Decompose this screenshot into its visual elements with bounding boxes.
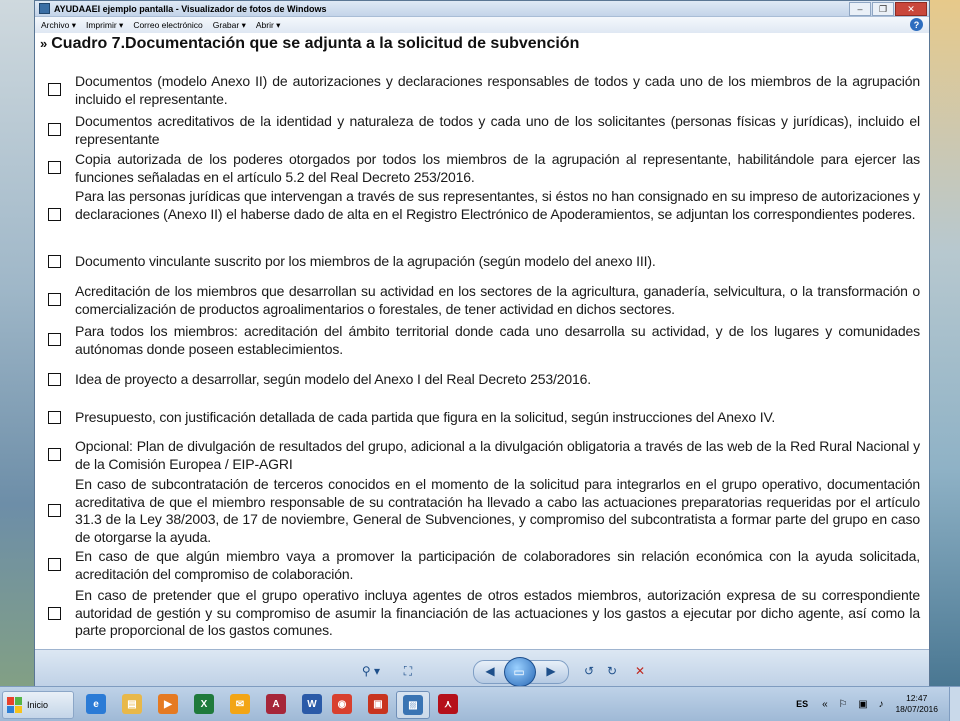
taskbar-app-pdf[interactable]: ⋏ <box>432 691 464 717</box>
document-title-text: Cuadro 7.Documentación que se adjunta a … <box>51 35 580 52</box>
delete-button[interactable]: ✕ <box>631 662 649 680</box>
list-item-text: Idea de proyecto a desarrollar, según mo… <box>75 371 592 387</box>
list-item-text: Para las personas jurídicas que interven… <box>75 188 920 222</box>
viewer-toolbar: ⚲ ▾ ⛶ ◀ ▭ ▶ ↺ ↻ ✕ <box>35 649 929 687</box>
taskbar-app-word[interactable]: W <box>296 691 328 717</box>
outlook-icon: ✉ <box>230 694 250 714</box>
checkbox-icon <box>48 208 61 221</box>
taskbar-app-photo-viewer[interactable]: ▨ <box>396 691 430 719</box>
list-item-text: En caso de subcontratación de terceros c… <box>75 476 920 545</box>
taskbar-app-outlook[interactable]: ✉ <box>224 691 256 717</box>
image-viewport[interactable]: » Cuadro 7.Documentación que se adjunta a… <box>35 33 929 649</box>
close-button[interactable]: ✕ <box>895 2 927 16</box>
checkbox-icon <box>48 411 61 424</box>
taskbar-app-ie[interactable]: e <box>80 691 112 717</box>
access-icon: A <box>266 694 286 714</box>
word-icon: W <box>302 694 322 714</box>
menu-grabar[interactable]: Grabar ▾ <box>213 20 246 31</box>
list-item-text: Presupuesto, con justificación detallada… <box>75 409 776 425</box>
zoom-button[interactable]: ⚲ ▾ <box>357 662 385 680</box>
taskbar-app-chrome[interactable]: ◉ <box>326 691 358 717</box>
windows-logo-icon <box>7 697 23 713</box>
taskbar: Inicio e ▤ ▶ X ✉ A W ◉ ▣ ▨ ⋏ ES « ⚐ ▣ ♪ … <box>0 686 960 721</box>
tray-icons[interactable]: « ⚐ ▣ ♪ <box>822 699 887 710</box>
checkbox-icon <box>48 161 61 174</box>
menu-correo[interactable]: Correo electrónico <box>133 20 202 30</box>
chrome-icon: ◉ <box>332 694 352 714</box>
window-controls: – ❐ ✕ <box>848 2 927 16</box>
clock-time: 12:47 <box>906 693 928 703</box>
acrobat-icon: ▣ <box>368 694 388 714</box>
checkbox-icon <box>48 607 61 620</box>
list-item-text: Documento vinculante suscrito por los mi… <box>75 253 656 269</box>
pdf-icon: ⋏ <box>438 694 458 714</box>
checkbox-icon <box>48 293 61 306</box>
title-marker: » <box>40 36 48 51</box>
checkbox-icon <box>48 255 61 268</box>
checkbox-icon <box>48 448 61 461</box>
menu-abrir[interactable]: Abrir ▾ <box>256 20 281 31</box>
maximize-button[interactable]: ❐ <box>872 2 894 16</box>
media-player-icon: ▶ <box>158 694 178 714</box>
list-item-text: Opcional: Plan de divulgación de resulta… <box>75 438 920 472</box>
previous-button[interactable]: ◀ <box>479 662 501 680</box>
list-item-text: Acreditación de los miembros que desarro… <box>75 283 920 317</box>
taskbar-app-explorer[interactable]: ▤ <box>116 691 148 717</box>
excel-icon: X <box>194 694 214 714</box>
show-desktop-button[interactable] <box>949 687 960 721</box>
list-item-text: En caso de que algún miembro vaya a prom… <box>75 548 920 582</box>
help-icon[interactable]: ? <box>910 18 923 31</box>
document-title: » Cuadro 7.Documentación que se adjunta a… <box>40 35 579 53</box>
list-item-text: Documentos acreditativos de la identidad… <box>75 113 920 147</box>
list-item-text: Para todos los miembros: acreditación de… <box>75 323 920 357</box>
slideshow-icon: ▭ <box>513 665 525 679</box>
app-icon <box>39 3 50 14</box>
checkbox-icon <box>48 333 61 346</box>
checkbox-icon <box>48 504 61 517</box>
start-button[interactable]: Inicio <box>2 691 74 719</box>
rotate-left-button[interactable]: ↺ <box>580 662 598 680</box>
menu-imprimir[interactable]: Imprimir ▾ <box>86 20 123 31</box>
rotate-right-button[interactable]: ↻ <box>603 662 621 680</box>
fit-window-button[interactable]: ⛶ <box>397 662 419 680</box>
list-item-text: En caso de pretender que el grupo operat… <box>75 587 920 638</box>
start-label: Inicio <box>27 700 49 710</box>
explorer-icon: ▤ <box>122 694 142 714</box>
title-bar[interactable]: AYUDAAEI ejemplo pantalla - Visualizador… <box>35 1 929 17</box>
checkbox-icon <box>48 373 61 386</box>
checkbox-icon <box>48 83 61 96</box>
system-tray: ES « ⚐ ▣ ♪ 12:47 18/07/2016 <box>796 687 960 721</box>
checkbox-icon <box>48 123 61 136</box>
ie-icon: e <box>86 694 106 714</box>
taskbar-app-excel[interactable]: X <box>188 691 220 717</box>
taskbar-app-access[interactable]: A <box>260 691 292 717</box>
list-item-text: Documentos (modelo Anexo II) de autoriza… <box>75 73 920 107</box>
minimize-button[interactable]: – <box>849 2 871 16</box>
photo-viewer-window: AYUDAAEI ejemplo pantalla - Visualizador… <box>34 0 930 687</box>
window-title: AYUDAAEI ejemplo pantalla - Visualizador… <box>54 3 327 14</box>
menu-bar: Archivo ▾ Imprimir ▾ Correo electrónico … <box>35 17 929 34</box>
clock[interactable]: 12:47 18/07/2016 <box>895 693 938 715</box>
photo-viewer-icon: ▨ <box>403 695 423 715</box>
checkbox-icon <box>48 558 61 571</box>
menu-archivo[interactable]: Archivo ▾ <box>41 20 76 31</box>
taskbar-app-acrobat[interactable]: ▣ <box>362 691 394 717</box>
next-button[interactable]: ▶ <box>540 662 562 680</box>
language-indicator[interactable]: ES <box>796 699 808 709</box>
taskbar-app-media-player[interactable]: ▶ <box>152 691 184 717</box>
list-item-text: Copia autorizada de los poderes otorgado… <box>75 151 920 185</box>
clock-date: 18/07/2016 <box>895 704 938 714</box>
